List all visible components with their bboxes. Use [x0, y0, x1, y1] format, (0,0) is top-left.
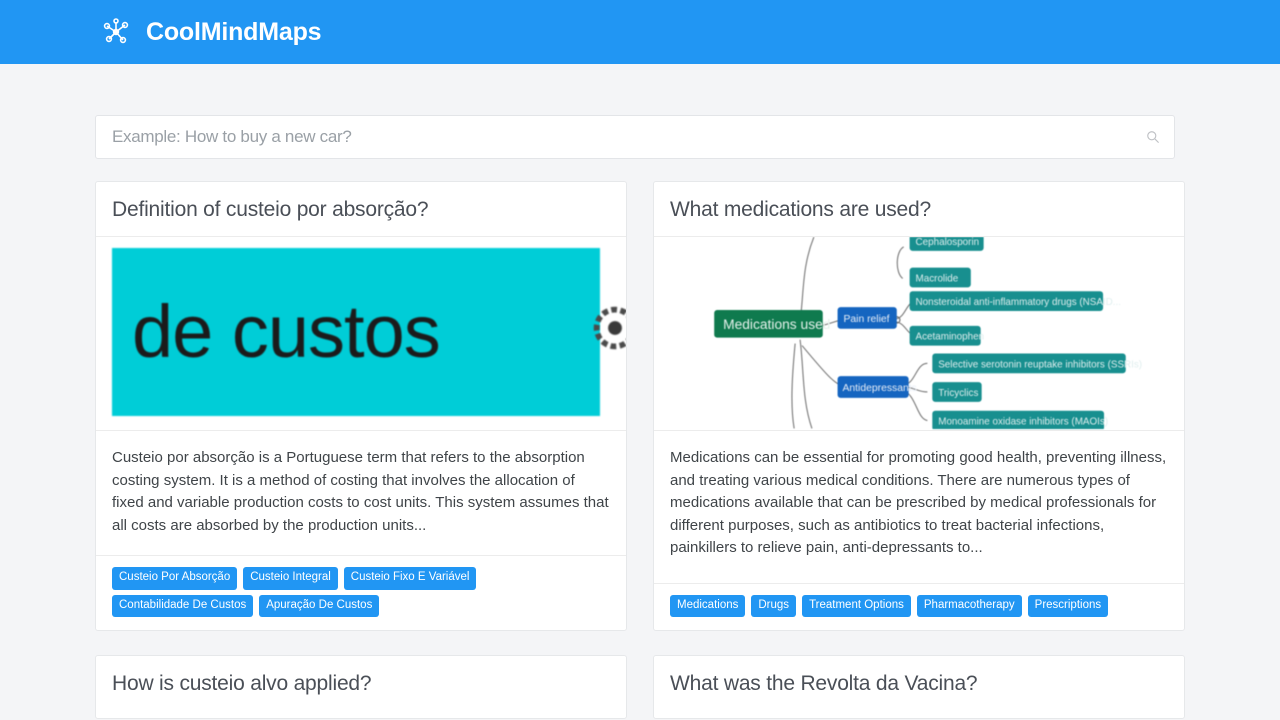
search-icon[interactable]	[1146, 130, 1160, 144]
svg-text:Medications used: Medications used	[723, 316, 830, 332]
search-bar[interactable]	[95, 115, 1175, 159]
card-title: Definition of custeio por absorção?	[112, 198, 429, 221]
network-nodes-icon	[103, 18, 129, 44]
svg-text:Nonsteroidal anti-inflammatory: Nonsteroidal anti-inflammatory drugs (NS…	[916, 297, 1121, 308]
tag[interactable]: Apuração De Custos	[259, 594, 380, 618]
mindmap-preview: Medications used Pain relief Antidepress…	[714, 237, 1142, 429]
card-title: What was the Revolta da Vacina?	[670, 672, 978, 696]
card-header: What was the Revolta da Vacina?	[654, 656, 1184, 717]
card-title: What medications are used?	[670, 198, 931, 221]
card-header: How is custeio alvo applied?	[96, 656, 626, 717]
tag[interactable]: Drugs	[751, 594, 797, 618]
app-header: CoolMindMaps	[0, 0, 1280, 64]
tag[interactable]: Custeio Fixo E Variável	[343, 567, 477, 590]
card-header: What medications are used?	[654, 182, 1184, 238]
svg-text:Macrolide: Macrolide	[916, 274, 959, 285]
tag[interactable]: Prescriptions	[1027, 594, 1109, 618]
result-card[interactable]: What was the Revolta da Vacina?	[653, 655, 1185, 719]
card-tags: Custeio Por Absorção Custeio Integral Cu…	[96, 556, 626, 630]
page-content: Definition of custeio por absorção? de c…	[95, 64, 1185, 719]
svg-text:Monoamine oxidase inhibitors (: Monoamine oxidase inhibitors (MAOIs)	[938, 417, 1108, 428]
tag[interactable]: Custeio Integral	[243, 567, 338, 590]
tag[interactable]: Medications	[670, 594, 746, 618]
search-input[interactable]	[96, 116, 1174, 158]
gear-icon	[593, 306, 626, 350]
thumbnail-banner-text: de custos	[132, 290, 441, 374]
results-grid: Definition of custeio por absorção? de c…	[95, 181, 1185, 719]
brand-name: CoolMindMaps	[146, 17, 322, 46]
svg-text:Cephalosporin: Cephalosporin	[916, 237, 980, 248]
card-thumbnail[interactable]: Medications used Pain relief Antidepress…	[654, 237, 1184, 432]
svg-text:Selective serotonin reuptake i: Selective serotonin reuptake inhibitors …	[938, 359, 1142, 370]
svg-text:Pain relief: Pain relief	[843, 314, 889, 325]
svg-text:Antidepressants: Antidepressants	[843, 383, 917, 394]
card-title: How is custeio alvo applied?	[112, 672, 372, 696]
tag[interactable]: Contabilidade De Custos	[112, 594, 254, 618]
card-description: Medications can be essential for promoti…	[654, 431, 1184, 584]
tag[interactable]: Custeio Por Absorção	[112, 567, 238, 590]
tag[interactable]: Pharmacotherapy	[916, 594, 1022, 618]
svg-text:Acetaminophen: Acetaminophen	[916, 332, 985, 343]
result-card[interactable]: Definition of custeio por absorção? de c…	[95, 181, 627, 632]
card-header: Definition of custeio por absorção?	[96, 182, 626, 238]
result-card[interactable]: How is custeio alvo applied?	[95, 655, 627, 719]
result-card[interactable]: What medications are used? Medications u…	[653, 181, 1185, 632]
tag[interactable]: Treatment Options	[802, 594, 911, 618]
brand-logo[interactable]: CoolMindMaps	[100, 16, 322, 48]
card-tags: Medications Drugs Treatment Options Phar…	[654, 584, 1184, 630]
card-thumbnail[interactable]: de custos	[96, 237, 626, 432]
thumbnail-banner: de custos	[112, 248, 600, 417]
svg-text:Tricyclics: Tricyclics	[938, 388, 978, 399]
card-description: Custeio por absorção is a Portuguese ter…	[96, 431, 626, 557]
